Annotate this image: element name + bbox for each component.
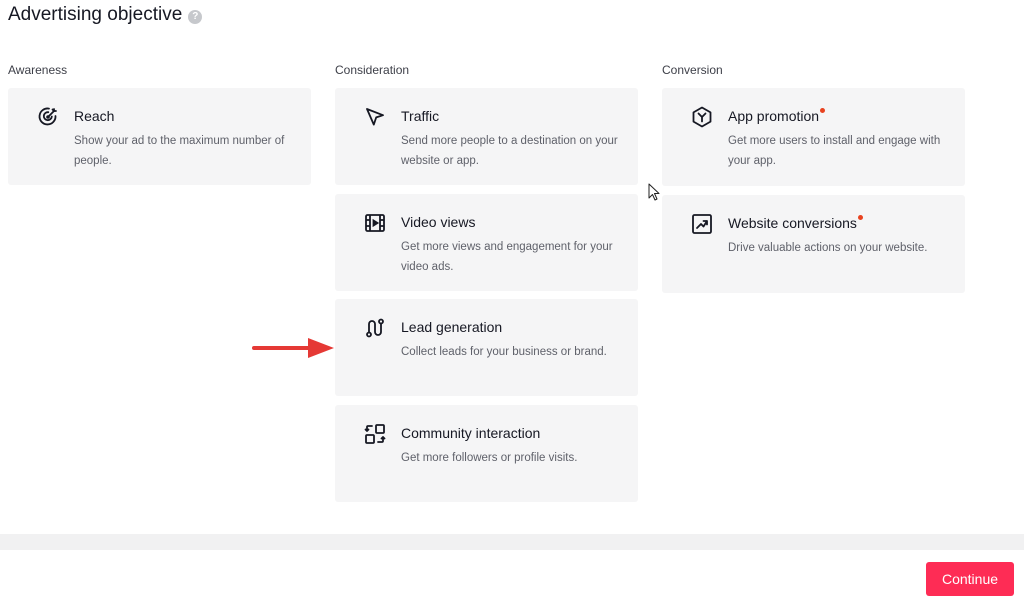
- card-description: Send more people to a destination on you…: [401, 135, 618, 167]
- column-label-awareness: Awareness: [8, 63, 68, 77]
- new-indicator-dot: [857, 215, 863, 220]
- card-description: Get more views and engagement for your v…: [401, 241, 613, 273]
- funnel-path-icon: [363, 316, 387, 340]
- card-title: Community interaction: [401, 425, 541, 441]
- annotation-arrow-icon: [252, 338, 334, 358]
- objective-card-community-interaction[interactable]: Community interaction Get more followers…: [335, 405, 638, 502]
- card-title: Video views: [401, 214, 476, 230]
- footer-divider: [0, 534, 1024, 550]
- objective-card-website-conversions[interactable]: Website conversions Drive valuable actio…: [662, 195, 965, 293]
- page-title: Advertising objective ?: [8, 4, 203, 26]
- card-title-text: App promotion: [728, 108, 820, 124]
- trend-up-icon: [690, 212, 714, 236]
- column-label-conversion: Conversion: [662, 63, 723, 77]
- card-description: Show your ad to the maximum number of pe…: [74, 135, 285, 167]
- card-title: Lead generation: [401, 319, 503, 335]
- help-icon[interactable]: ?: [188, 9, 203, 24]
- card-title: App promotion: [728, 108, 826, 124]
- continue-button[interactable]: Continue: [926, 562, 1014, 596]
- card-description: Collect leads for your business or brand…: [401, 346, 607, 358]
- card-title: Reach: [74, 108, 115, 124]
- column-label-consideration: Consideration: [335, 63, 410, 77]
- film-icon: [363, 211, 387, 235]
- cursor-arrow-icon: [363, 105, 387, 129]
- objective-card-video-views[interactable]: Video views Get more views and engagemen…: [335, 194, 638, 291]
- card-description: Get more followers or profile visits.: [401, 452, 578, 464]
- card-title: Traffic: [401, 108, 440, 124]
- objective-card-traffic[interactable]: Traffic Send more people to a destinatio…: [335, 88, 638, 185]
- card-title-text: Website conversions: [728, 215, 857, 231]
- objective-card-app-promotion[interactable]: App promotion Get more users to install …: [662, 88, 965, 186]
- objective-card-reach[interactable]: Reach Show your ad to the maximum number…: [8, 88, 311, 185]
- target-icon: [36, 105, 60, 129]
- mouse-pointer-icon: [648, 183, 660, 201]
- card-description: Drive valuable actions on your website.: [728, 242, 928, 254]
- swap-profile-icon: [363, 422, 387, 446]
- hexagon-app-icon: [690, 105, 714, 129]
- page-title-text: Advertising objective: [8, 4, 183, 25]
- card-title: Website conversions: [728, 215, 863, 231]
- objective-card-lead-generation[interactable]: Lead generation Collect leads for your b…: [335, 299, 638, 396]
- new-indicator-dot: [820, 108, 826, 113]
- card-description: Get more users to install and engage wit…: [728, 135, 941, 167]
